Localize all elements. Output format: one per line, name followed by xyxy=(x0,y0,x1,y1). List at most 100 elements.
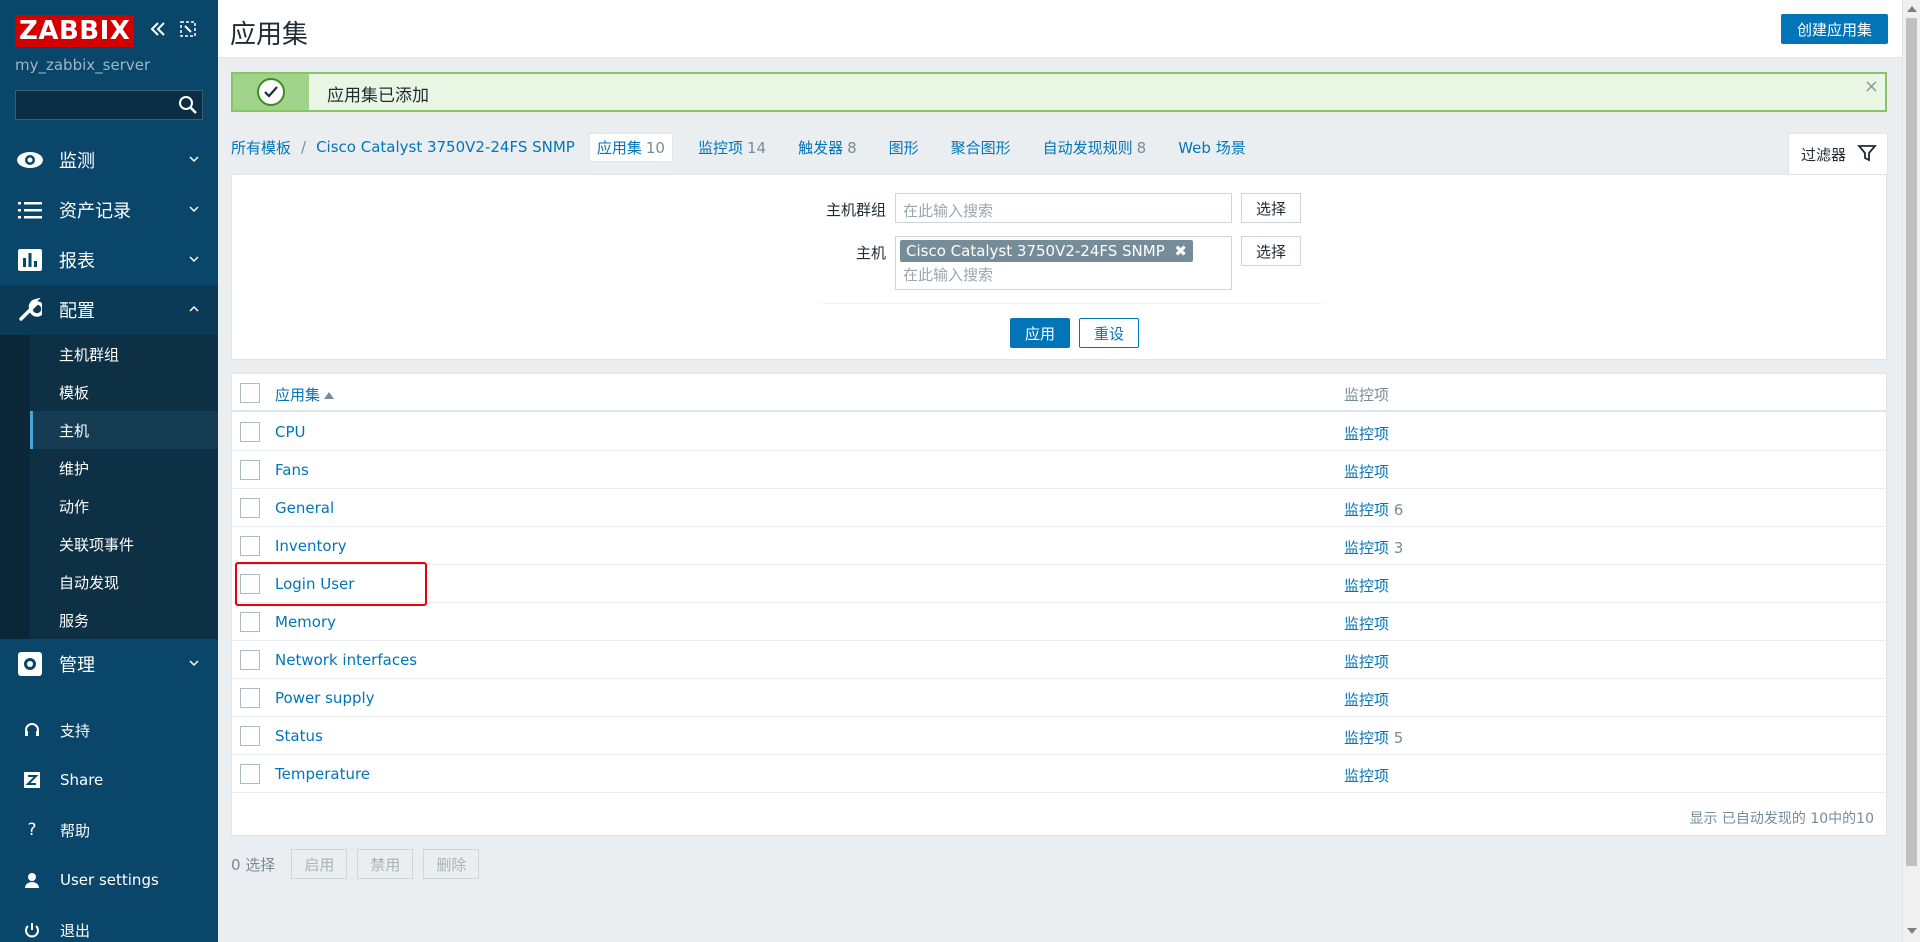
menu-administration[interactable]: 管理 xyxy=(0,639,218,689)
share-link[interactable]: Share xyxy=(0,755,218,805)
row-checkbox[interactable] xyxy=(240,460,260,480)
vertical-scrollbar[interactable] xyxy=(1902,0,1920,942)
sidebar-search-input[interactable] xyxy=(15,90,203,120)
bottom-menu: 支持 Share ? 帮助 User settings 退出 xyxy=(0,705,218,942)
close-icon[interactable]: × xyxy=(1864,76,1879,97)
row-checkbox[interactable] xyxy=(240,498,260,518)
items-link[interactable]: 监控项 xyxy=(1344,651,1389,672)
remove-chip-icon[interactable]: ✖ xyxy=(1174,242,1187,260)
headset-icon xyxy=(22,720,42,740)
column-application[interactable]: 应用集 xyxy=(275,384,335,405)
column-items: 监控项 xyxy=(1344,386,1390,404)
items-link[interactable]: 监控项 xyxy=(1344,461,1389,482)
tab-count: 14 xyxy=(746,138,767,157)
host-select-button[interactable]: 选择 xyxy=(1241,236,1301,266)
application-name-link[interactable]: Fans xyxy=(275,461,309,479)
collapse-sidebar-icon[interactable] xyxy=(147,18,169,40)
submenu-actions[interactable]: 动作 xyxy=(30,487,218,525)
tab-web-scenarios[interactable]: Web 场景 xyxy=(1171,134,1252,161)
items-label: 监控项 xyxy=(1344,463,1390,481)
items-label: 监控项 xyxy=(1344,691,1390,709)
items-label: 监控项 xyxy=(1344,615,1390,633)
menu-label: 配置 xyxy=(59,301,95,322)
row-checkbox[interactable] xyxy=(240,612,260,632)
application-name-link[interactable]: CPU xyxy=(275,423,306,441)
submenu-host-groups[interactable]: 主机群组 xyxy=(30,335,218,373)
scroll-down-icon[interactable] xyxy=(1907,928,1917,934)
row-checkbox[interactable] xyxy=(240,536,260,556)
items-link[interactable]: 监控项 6 xyxy=(1344,499,1403,520)
submenu-maintenance[interactable]: 维护 xyxy=(30,449,218,487)
tab-graphs[interactable]: 图形 xyxy=(882,134,926,161)
menu-inventory[interactable]: 资产记录 xyxy=(0,185,218,235)
help-link[interactable]: ? 帮助 xyxy=(0,805,218,855)
application-name-link[interactable]: Inventory xyxy=(275,537,347,555)
tab-discovery-rules[interactable]: 自动发现规则 8 xyxy=(1036,134,1154,161)
menu-monitoring[interactable]: 监测 xyxy=(0,135,218,185)
host-input[interactable]: Cisco Catalyst 3750V2-24FS SNMP ✖ 在此输入搜索 xyxy=(895,236,1232,290)
submenu-discovery[interactable]: 自动发现 xyxy=(30,563,218,601)
submenu-hosts[interactable]: 主机 xyxy=(30,411,218,449)
check-icon xyxy=(257,78,285,106)
logout-link[interactable]: 退出 xyxy=(0,905,218,942)
disable-button[interactable]: 禁用 xyxy=(357,849,414,879)
menu-reports[interactable]: 报表 xyxy=(0,235,218,285)
tab-triggers[interactable]: 触发器 8 xyxy=(791,134,864,161)
message-text: 应用集已添加 xyxy=(327,86,429,106)
row-checkbox[interactable] xyxy=(240,688,260,708)
success-icon-box xyxy=(233,74,309,110)
row-checkbox[interactable] xyxy=(240,650,260,670)
create-application-button[interactable]: 创建应用集 xyxy=(1780,14,1888,44)
submenu-templates[interactable]: 模板 xyxy=(30,373,218,411)
host-group-select-button[interactable]: 选择 xyxy=(1241,193,1301,223)
row-checkbox[interactable] xyxy=(240,726,260,746)
tab-items[interactable]: 监控项 14 xyxy=(691,134,773,161)
tab-label: 应用集 xyxy=(596,138,642,157)
search-icon[interactable] xyxy=(178,95,198,115)
kiosk-mode-icon[interactable] xyxy=(177,18,199,40)
items-link[interactable]: 监控项 xyxy=(1344,613,1389,634)
items-link[interactable]: 监控项 3 xyxy=(1344,537,1403,558)
select-all-checkbox[interactable] xyxy=(240,383,260,403)
user-icon xyxy=(22,870,42,890)
application-name-link[interactable]: General xyxy=(275,499,334,517)
reset-button[interactable]: 重设 xyxy=(1079,318,1139,348)
scroll-up-icon[interactable] xyxy=(1907,6,1917,12)
items-link[interactable]: 监控项 xyxy=(1344,575,1389,596)
row-checkbox[interactable] xyxy=(240,422,260,442)
submenu-services[interactable]: 服务 xyxy=(30,601,218,639)
row-checkbox[interactable] xyxy=(240,764,260,784)
support-link[interactable]: 支持 xyxy=(0,705,218,755)
tab-screens[interactable]: 聚合图形 xyxy=(944,134,1018,161)
delete-button[interactable]: 删除 xyxy=(423,849,480,879)
items-link[interactable]: 监控项 5 xyxy=(1344,727,1403,748)
zabbix-logo[interactable]: ZABBIX xyxy=(15,15,135,47)
tab-label: 触发器 xyxy=(798,138,844,157)
scrollbar-thumb[interactable] xyxy=(1906,18,1917,866)
table-row: Inventory 监控项 3 xyxy=(232,527,1886,565)
bottom-label: Share xyxy=(60,771,104,789)
host-group-input[interactable]: 在此输入搜索 xyxy=(895,193,1232,223)
tab-applications[interactable]: 应用集 10 xyxy=(588,132,673,162)
menu-configuration[interactable]: 配置 xyxy=(0,285,218,335)
breadcrumb-all-templates[interactable]: 所有模板 xyxy=(231,137,291,158)
items-link[interactable]: 监控项 xyxy=(1344,689,1389,710)
application-name-link[interactable]: Network interfaces xyxy=(275,651,417,669)
application-name-link[interactable]: Temperature xyxy=(275,765,370,783)
application-name-link[interactable]: Power supply xyxy=(275,689,375,707)
items-link[interactable]: 监控项 xyxy=(1344,765,1389,786)
application-name-link[interactable]: Status xyxy=(275,727,323,745)
items-link[interactable]: 监控项 xyxy=(1344,423,1389,444)
enable-button[interactable]: 启用 xyxy=(291,849,348,879)
breadcrumb-host[interactable]: Cisco Catalyst 3750V2-24FS SNMP xyxy=(316,138,575,156)
eye-icon xyxy=(16,147,44,173)
placeholder-text: 在此输入搜索 xyxy=(903,202,994,220)
filter-toggle[interactable]: 过滤器 xyxy=(1788,133,1888,175)
apply-button[interactable]: 应用 xyxy=(1010,318,1070,348)
tab-count: 8 xyxy=(847,138,857,157)
host-navigation: 所有模板 / Cisco Catalyst 3750V2-24FS SNMP 应… xyxy=(231,130,1271,164)
application-name-link[interactable]: Memory xyxy=(275,613,336,631)
items-count: 5 xyxy=(1393,729,1404,747)
submenu-event-correlation[interactable]: 关联项事件 xyxy=(30,525,218,563)
user-settings-link[interactable]: User settings xyxy=(0,855,218,905)
